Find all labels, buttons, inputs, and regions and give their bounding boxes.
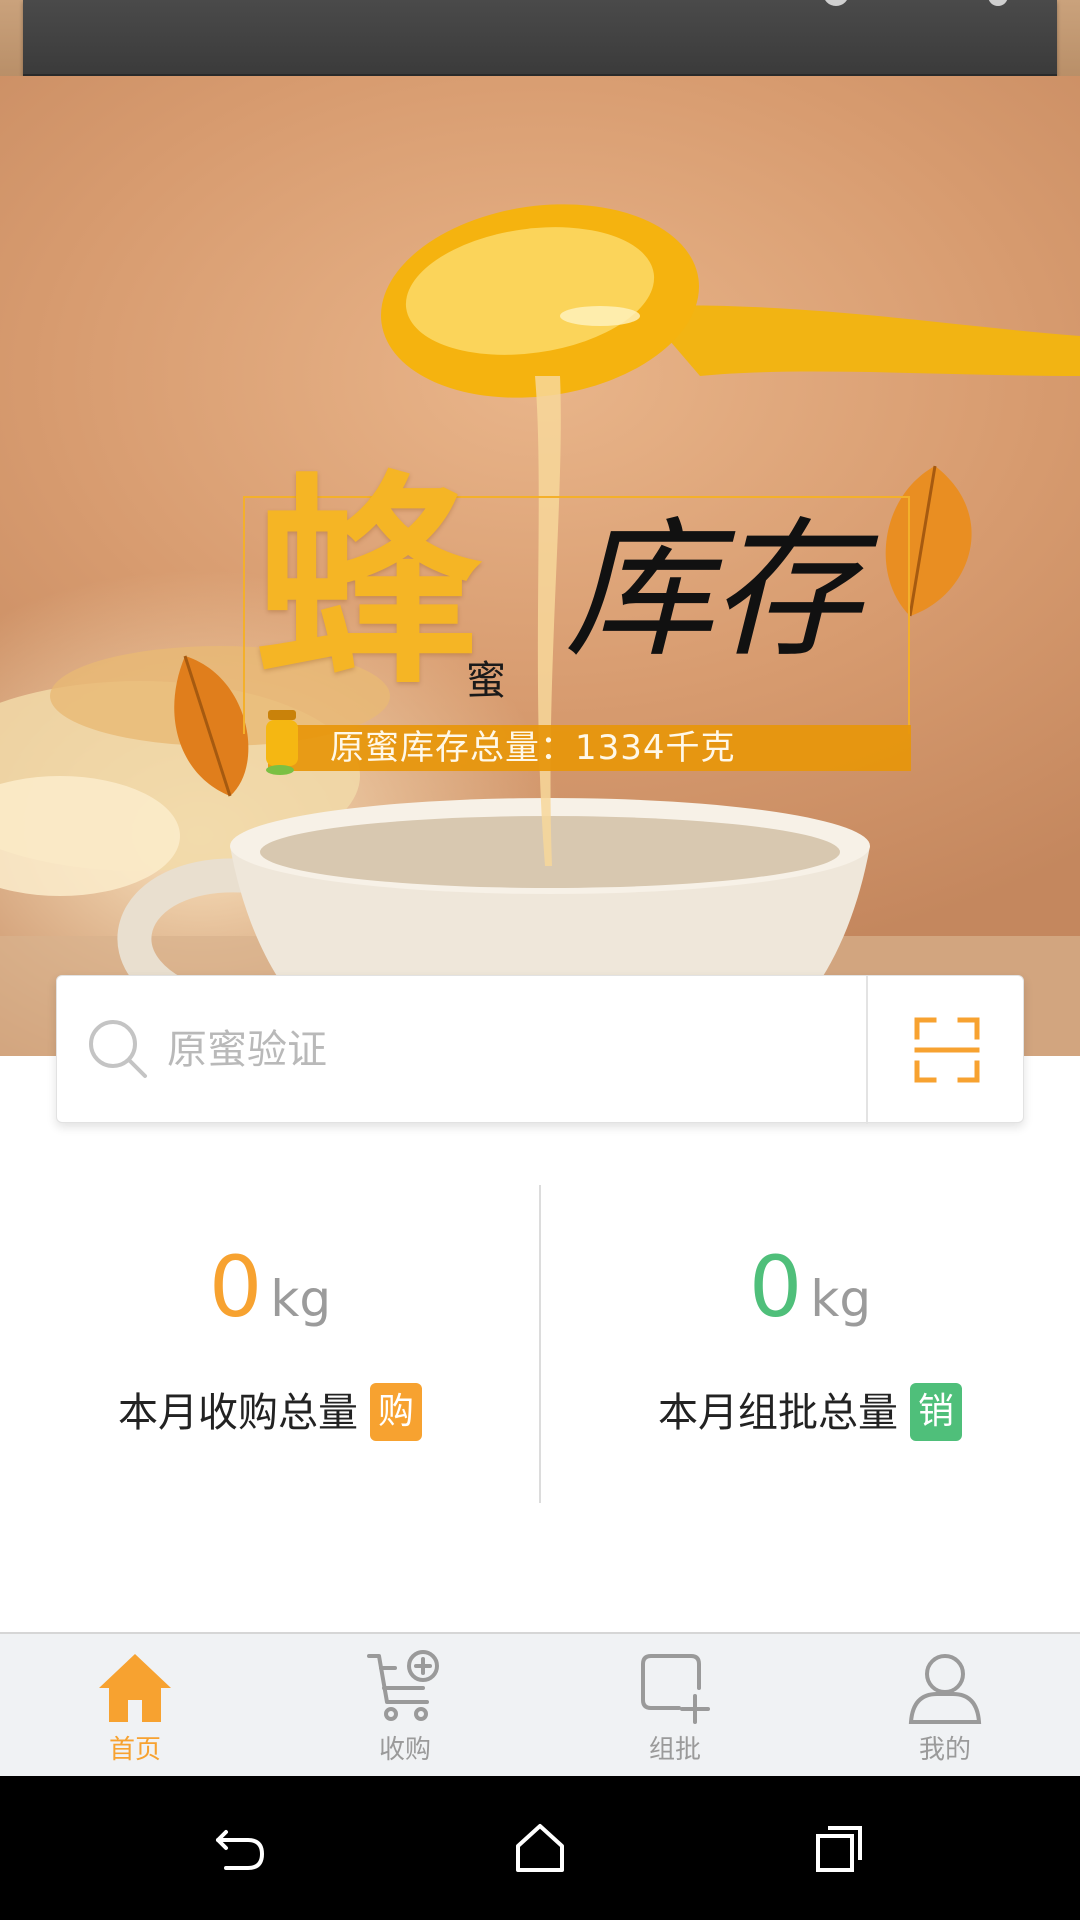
stat-value-row: 0 kg xyxy=(540,1245,1080,1329)
home-outline-icon xyxy=(516,1824,564,1872)
system-back-button[interactable] xyxy=(140,1776,340,1920)
honey-jar-icon xyxy=(266,710,298,775)
cart-add-icon xyxy=(367,1650,439,1721)
verify-search-box xyxy=(56,975,1025,1124)
stock-total-label: 原蜜库存总量： xyxy=(330,728,575,768)
wholesale-total-label: 本月组批总量 xyxy=(657,1390,898,1436)
stat-value-row: 0 kg xyxy=(0,1245,540,1329)
purchase-total-unit: kg xyxy=(270,1270,332,1328)
stat-monthly-wholesale[interactable]: 0 kg 本月组批总量销 xyxy=(540,1185,1080,1505)
scan-icon xyxy=(914,1017,979,1083)
back-icon xyxy=(216,1830,265,1870)
top-dialog-edge xyxy=(23,0,1057,76)
purchase-total-label: 本月收购总量 xyxy=(117,1390,358,1436)
top-indicator-dot xyxy=(988,0,1008,6)
system-nav-bar xyxy=(0,1776,1080,1920)
stock-total-bar: 原蜜库存总量：1334千克 xyxy=(268,725,911,771)
banner-title-inventory: 库存 xyxy=(565,504,861,678)
tab-purchase[interactable]: 收购 xyxy=(270,1634,540,1778)
purchase-badge: 购 xyxy=(369,1383,422,1441)
top-indicator-dot xyxy=(823,0,849,6)
tab-mine[interactable]: 我的 xyxy=(810,1634,1080,1778)
tab-batch-label: 组批 xyxy=(648,1735,701,1765)
system-recents-button[interactable] xyxy=(740,1776,940,1920)
wholesale-total-unit: kg xyxy=(810,1270,872,1328)
stat-label-row: 本月收购总量购 xyxy=(0,1380,540,1444)
bottom-tab-bar: 首页 收购 组批 我的 xyxy=(0,1632,1080,1776)
system-home-button[interactable] xyxy=(440,1776,640,1920)
stat-label-row: 本月组批总量销 xyxy=(540,1380,1080,1444)
wholesale-badge: 销 xyxy=(909,1383,962,1441)
purchase-total-value: 0 xyxy=(208,1238,263,1336)
scan-button[interactable] xyxy=(868,976,1025,1124)
user-icon xyxy=(908,1654,982,1724)
search-icon xyxy=(89,1020,147,1078)
banner-char-honey: 蜜 xyxy=(466,658,506,704)
banner-char-bee: 蜂 xyxy=(255,451,480,715)
home-icon xyxy=(99,1654,171,1722)
wholesale-total-value: 0 xyxy=(748,1238,803,1336)
tab-batch[interactable]: 组批 xyxy=(540,1634,810,1778)
app-root: 蜂 蜜 库存 原蜜库存总量：1334千克 原蜜验证 0 kg 本月收购总量 购 … xyxy=(0,0,1080,1920)
tab-mine-label: 我的 xyxy=(918,1735,971,1765)
verify-search-input[interactable] xyxy=(167,1006,767,1094)
stock-total-value: 1334 xyxy=(575,728,666,768)
recents-icon xyxy=(816,1826,862,1872)
honey-banner: 蜂 蜜 库存 原蜜库存总量：1334千克 xyxy=(0,76,1080,1056)
tab-purchase-label: 收购 xyxy=(378,1735,431,1765)
stat-monthly-purchase[interactable]: 0 kg 本月收购总量购 xyxy=(0,1185,540,1505)
stock-total-unit: 千克 xyxy=(665,728,736,768)
batch-add-icon xyxy=(641,1654,710,1724)
tab-home[interactable]: 首页 xyxy=(0,1634,270,1778)
tab-home-label: 首页 xyxy=(108,1735,161,1765)
